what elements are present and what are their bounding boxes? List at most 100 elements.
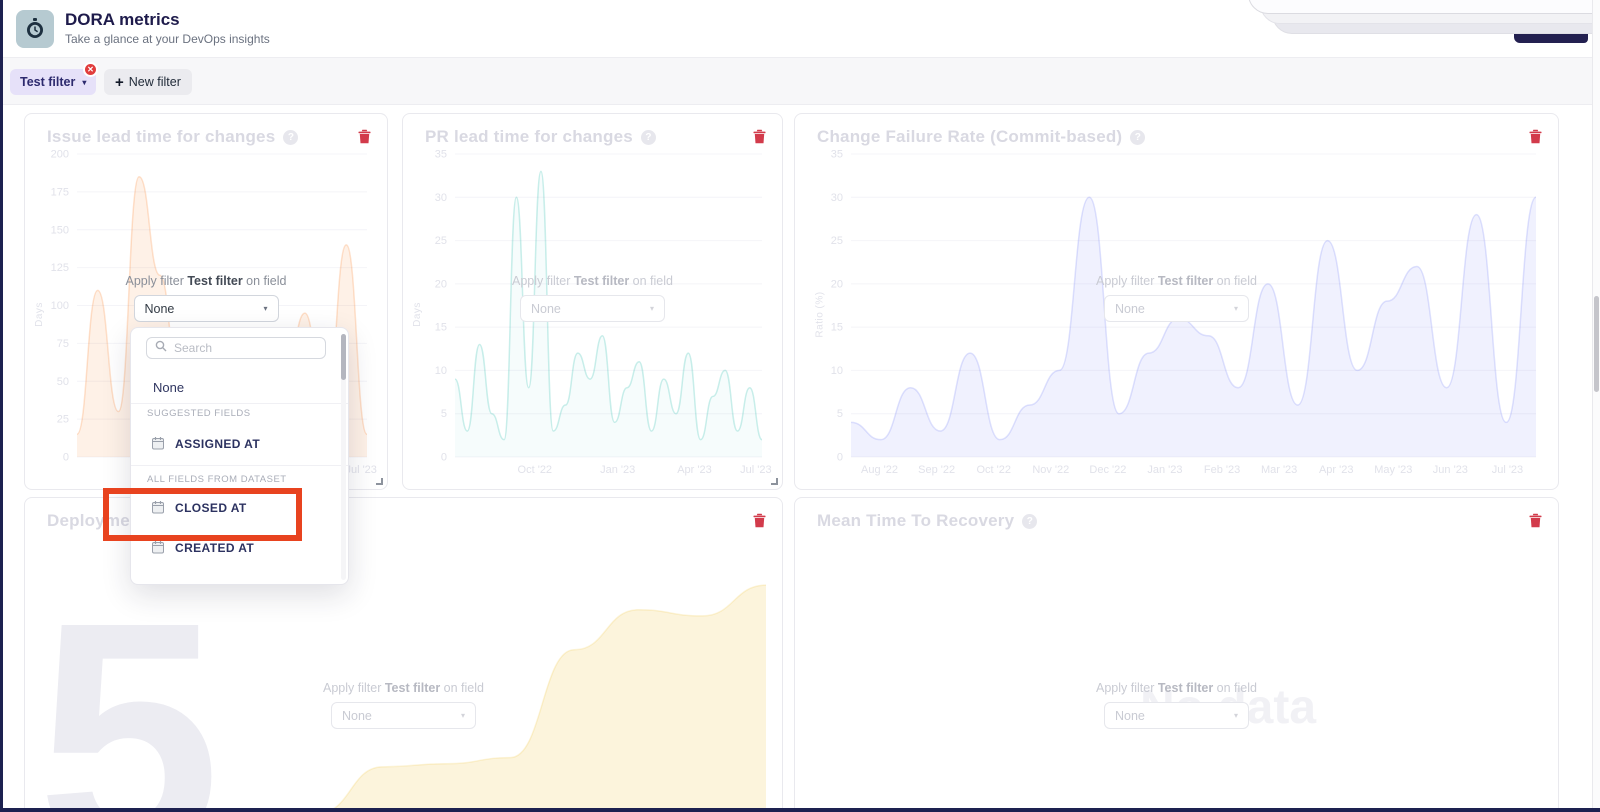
svg-text:35: 35 [435, 149, 447, 161]
chevron-down-icon: ▾ [649, 304, 654, 313]
filter-name: Test filter [1157, 274, 1214, 288]
svg-text:5: 5 [837, 408, 843, 420]
field-select[interactable]: None ▾ [1104, 702, 1249, 729]
svg-text:Mar '23: Mar '23 [1261, 464, 1297, 476]
svg-text:25: 25 [831, 235, 843, 247]
svg-text:5: 5 [441, 408, 447, 420]
svg-text:Apr '23: Apr '23 [1319, 464, 1354, 476]
filter-overlay: Apply filter Test filter on field None ▾ [795, 274, 1558, 322]
apply-filter-label: Apply filter Test filter on field [1096, 681, 1257, 695]
svg-text:35: 35 [831, 149, 843, 161]
plus-icon: + [115, 73, 124, 91]
filter-chip-label: Test filter [20, 75, 76, 89]
section-label-suggested-fields: SUGGESTED FIELDS [147, 408, 251, 419]
chevron-down-icon: ▾ [460, 711, 465, 720]
new-filter-label: New filter [128, 75, 181, 89]
option-created-at[interactable]: CREATED AT [131, 533, 348, 563]
svg-text:May '23: May '23 [1374, 464, 1412, 476]
resize-handle[interactable] [376, 478, 383, 485]
save-button[interactable]: Save [1514, 12, 1588, 43]
delete-card-button[interactable] [751, 511, 768, 533]
card-mean-time-to-recovery: No data Mean Time To Recovery ? Apply fi… [794, 497, 1559, 812]
svg-text:30: 30 [435, 192, 447, 204]
trash-icon [753, 129, 766, 144]
calendar-icon [151, 540, 165, 557]
svg-text:Apr '23: Apr '23 [677, 464, 712, 476]
trash-icon [1529, 129, 1542, 144]
svg-text:10: 10 [435, 365, 447, 377]
search-input[interactable] [174, 341, 317, 355]
save-icon [1528, 20, 1539, 35]
card-title: Issue lead time for changes [47, 127, 276, 146]
delete-card-button[interactable] [751, 127, 768, 149]
calendar-icon [151, 500, 165, 517]
apply-filter-label: Apply filter Test filter on field [512, 274, 673, 288]
delete-card-button[interactable] [356, 127, 373, 149]
svg-text:0: 0 [63, 452, 69, 464]
filter-name: Test filter [187, 274, 243, 288]
page-title: DORA metrics [65, 10, 180, 29]
page-scrollbar-track[interactable] [1592, 0, 1600, 812]
svg-text:Jan '23: Jan '23 [600, 464, 635, 476]
svg-text:15: 15 [831, 322, 843, 334]
filter-name: Test filter [573, 274, 630, 288]
filter-overlay: Apply filter Test filter on field None ▾ [403, 274, 782, 322]
window-frame-edge [0, 0, 3, 812]
apply-filter-label: Apply filter Test filter on field [1096, 274, 1257, 288]
svg-text:Dec '22: Dec '22 [1089, 464, 1126, 476]
svg-text:50: 50 [57, 376, 69, 388]
filter-bar: Test filter ▾ ✕ + New filter [0, 58, 1600, 105]
svg-text:Oct '22: Oct '22 [976, 464, 1011, 476]
field-dropdown-panel: None SUGGESTED FIELDS ASSIGNED AT ALL FI… [130, 327, 349, 585]
dropdown-search [146, 337, 326, 359]
resize-handle[interactable] [771, 478, 778, 485]
dropdown-scrollbar-thumb[interactable] [341, 334, 346, 380]
svg-text:0: 0 [441, 452, 447, 464]
field-select[interactable]: None ▾ [331, 702, 476, 729]
remove-filter-badge[interactable]: ✕ [83, 62, 98, 77]
field-select[interactable]: None ▾ [520, 295, 665, 322]
card-pr-lead-time: PR lead time for changes ? 35 30 25 20 15 10 5… [402, 113, 783, 490]
cancel-button[interactable]: Cancel [1452, 21, 1492, 36]
delete-card-button[interactable] [1527, 127, 1544, 149]
search-icon [155, 339, 167, 357]
field-select-value: None [1115, 708, 1145, 723]
field-select[interactable]: None ▾ [1104, 295, 1249, 322]
apply-filter-label: Apply filter Test filter on field [125, 274, 287, 288]
filter-name: Test filter [384, 681, 441, 695]
help-icon[interactable]: ? [283, 129, 299, 145]
svg-text:75: 75 [57, 338, 69, 350]
svg-text:Aug '22: Aug '22 [861, 464, 898, 476]
option-none[interactable]: None [131, 372, 348, 404]
svg-text:Sep '22: Sep '22 [918, 464, 955, 476]
svg-text:Jun '23: Jun '23 [1433, 464, 1468, 476]
option-assigned-at[interactable]: ASSIGNED AT [131, 429, 348, 459]
card-title: Change Failure Rate (Commit-based) [817, 127, 1123, 146]
close-icon: ✕ [87, 65, 94, 74]
svg-text:Oct '22: Oct '22 [518, 464, 553, 476]
help-icon[interactable]: ? [1022, 513, 1038, 529]
field-select-value: None [1115, 301, 1145, 316]
chevron-down-icon: ▾ [1233, 304, 1238, 313]
chevron-down-icon: ▾ [263, 304, 268, 313]
page-scrollbar-thumb[interactable] [1594, 296, 1599, 392]
svg-text:150: 150 [51, 224, 69, 236]
chevron-down-icon: ▾ [82, 77, 87, 87]
svg-text:0: 0 [837, 452, 843, 464]
option-closed-at[interactable]: CLOSED AT [131, 493, 348, 523]
field-select-value: None [531, 301, 561, 316]
trash-icon [753, 513, 766, 528]
new-filter-button[interactable]: + New filter [104, 69, 192, 95]
delete-card-button[interactable] [1527, 511, 1544, 533]
svg-text:25: 25 [435, 235, 447, 247]
svg-text:15: 15 [435, 322, 447, 334]
svg-text:Nov '22: Nov '22 [1032, 464, 1069, 476]
help-icon[interactable]: ? [640, 129, 656, 145]
window-frame-edge [0, 808, 1600, 812]
help-icon[interactable]: ? [1130, 129, 1146, 145]
field-select[interactable]: None ▾ [133, 295, 279, 322]
calendar-icon [151, 436, 165, 453]
svg-text:25: 25 [57, 414, 69, 426]
divider [131, 465, 348, 466]
section-label-all-fields: ALL FIELDS FROM DATASET [147, 474, 287, 485]
